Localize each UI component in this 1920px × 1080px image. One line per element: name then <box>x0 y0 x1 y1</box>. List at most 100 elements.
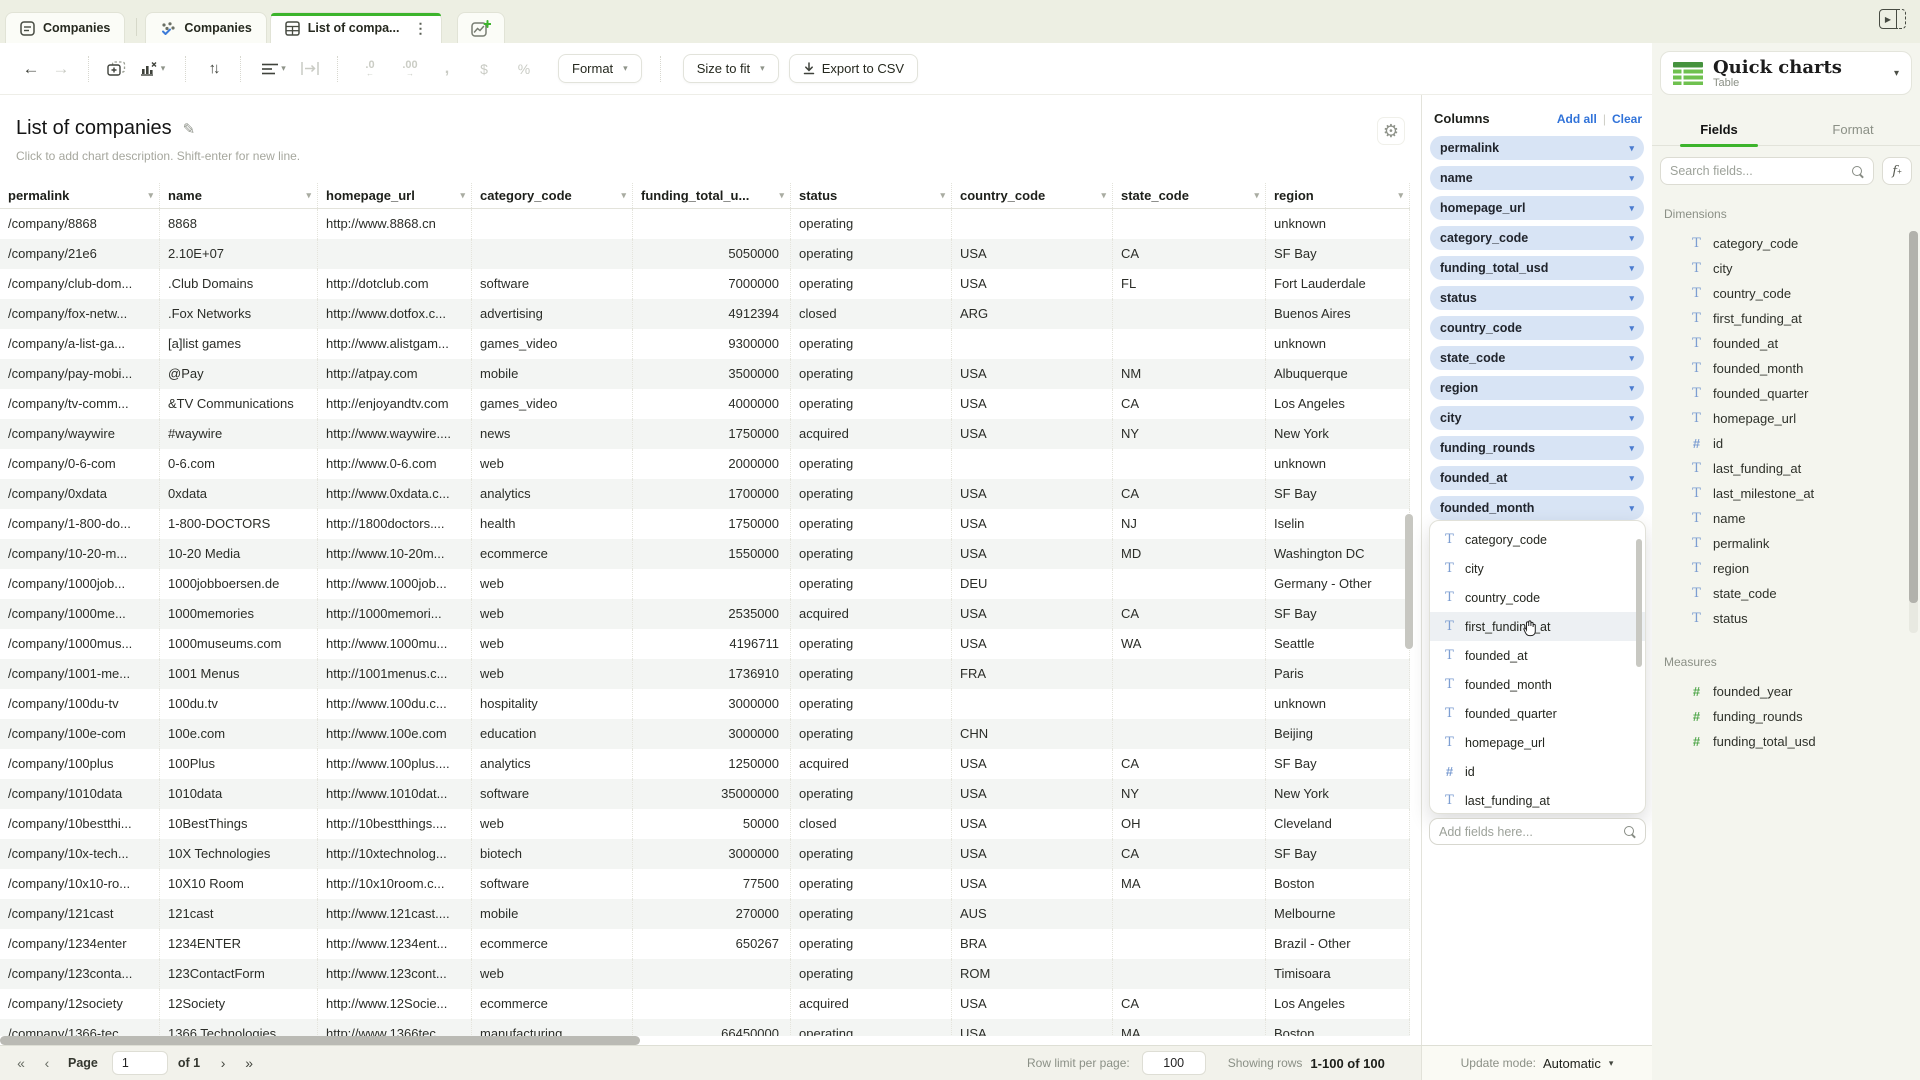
size-to-fit-button[interactable]: Size to fit ▾ <box>682 54 779 83</box>
page-number-input[interactable]: 1 <box>111 1051 168 1075</box>
dimension-founded_quarter[interactable]: Tfounded_quarter <box>1652 381 1920 406</box>
measure-founded_year[interactable]: # founded_year <box>1652 679 1920 704</box>
dimension-category_code[interactable]: Tcategory_code <box>1652 231 1920 256</box>
filter-caret-icon[interactable]: ▾ <box>1101 190 1106 201</box>
dropdown-scrollbar[interactable] <box>1636 539 1642 667</box>
column-header-status[interactable]: status ▾ <box>791 183 952 208</box>
dimension-id[interactable]: # id <box>1652 431 1920 456</box>
dimension-founded_month[interactable]: Tfounded_month <box>1652 356 1920 381</box>
fields-scrollbar-thumb[interactable] <box>1909 231 1918 603</box>
filter-caret-icon[interactable]: ▾ <box>779 190 784 201</box>
column-pill-funding_rounds[interactable]: funding_rounds ▾ <box>1430 436 1644 460</box>
field-option-homepage_url[interactable]: Thomepage_url <box>1430 728 1645 757</box>
filter-caret-icon[interactable]: ▾ <box>621 190 626 201</box>
currency-format-button[interactable]: $ <box>464 54 504 84</box>
tab-companies-dataset[interactable]: Companies <box>5 12 126 43</box>
row-limit-input[interactable]: 100 <box>1141 1051 1206 1075</box>
column-pill-name[interactable]: name ▾ <box>1430 166 1644 190</box>
chevron-down-icon[interactable]: ▾ <box>1629 233 1634 244</box>
decrease-decimal-button[interactable]: .0 ← <box>350 59 390 78</box>
tab-format[interactable]: Format <box>1786 113 1920 145</box>
field-option-city[interactable]: Tcity <box>1430 554 1645 583</box>
dimension-founded_at[interactable]: Tfounded_at <box>1652 331 1920 356</box>
field-option-founded_at[interactable]: Tfounded_at <box>1430 641 1645 670</box>
column-header-category_code[interactable]: category_code ▾ <box>472 183 633 208</box>
measure-funding_total_usd[interactable]: # funding_total_usd <box>1652 729 1920 754</box>
measure-funding_rounds[interactable]: # funding_rounds <box>1652 704 1920 729</box>
field-option-founded_month[interactable]: Tfounded_month <box>1430 670 1645 699</box>
next-page-button[interactable]: › <box>210 1055 236 1071</box>
field-option-category_code[interactable]: Tcategory_code <box>1430 525 1645 554</box>
column-pill-founded_at[interactable]: founded_at ▾ <box>1430 466 1644 490</box>
field-option-last_funding_at[interactable]: Tlast_funding_at <box>1430 786 1645 813</box>
chevron-down-icon[interactable]: ▾ <box>1629 503 1634 514</box>
dimension-homepage_url[interactable]: Thomepage_url <box>1652 406 1920 431</box>
filter-caret-icon[interactable]: ▾ <box>1254 190 1259 201</box>
chevron-down-icon[interactable]: ▾ <box>1629 203 1634 214</box>
dimension-region[interactable]: Tregion <box>1652 556 1920 581</box>
chevron-down-icon[interactable]: ▾ <box>1629 143 1634 154</box>
chevron-down-icon[interactable]: ▾ <box>1629 323 1634 334</box>
column-pill-homepage_url[interactable]: homepage_url ▾ <box>1430 196 1644 220</box>
column-header-state_code[interactable]: state_code ▾ <box>1113 183 1266 208</box>
prev-page-button[interactable]: ‹ <box>34 1055 60 1071</box>
chart-description-placeholder[interactable]: Click to add chart description. Shift-en… <box>0 140 1421 163</box>
column-pill-state_code[interactable]: state_code ▾ <box>1430 346 1644 370</box>
column-pill-city[interactable]: city ▾ <box>1430 406 1644 430</box>
column-header-region[interactable]: region ▾ <box>1266 183 1410 208</box>
horizontal-scrollbar[interactable] <box>0 1036 640 1045</box>
filter-caret-icon[interactable]: ▾ <box>148 190 153 201</box>
column-header-name[interactable]: name ▾ <box>160 183 318 208</box>
chevron-down-icon[interactable]: ▾ <box>1629 173 1634 184</box>
field-option-first_funding_at[interactable]: Tfirst_funding_at <box>1430 612 1645 641</box>
vertical-scrollbar[interactable] <box>1405 514 1413 649</box>
dimension-country_code[interactable]: Tcountry_code <box>1652 281 1920 306</box>
column-pill-region[interactable]: region ▾ <box>1430 376 1644 400</box>
text-wrap-button[interactable] <box>295 54 325 84</box>
sort-button[interactable]: ↑↓ <box>198 54 228 84</box>
chevron-down-icon[interactable]: ▾ <box>1629 353 1634 364</box>
field-option-country_code[interactable]: Tcountry_code <box>1430 583 1645 612</box>
dimension-last_funding_at[interactable]: Tlast_funding_at <box>1652 456 1920 481</box>
undo-back-button[interactable]: ← <box>16 54 46 84</box>
tab-fields[interactable]: Fields <box>1652 113 1786 147</box>
filter-caret-icon[interactable]: ▾ <box>460 190 465 201</box>
column-pill-founded_month[interactable]: founded_month ▾ <box>1430 496 1644 520</box>
tab-menu-kebab-icon[interactable]: ⋮ <box>413 20 427 37</box>
dimension-city[interactable]: Tcity <box>1652 256 1920 281</box>
export-csv-button[interactable]: Export to CSV <box>788 54 919 83</box>
dimension-first_funding_at[interactable]: Tfirst_funding_at <box>1652 306 1920 331</box>
column-pill-status[interactable]: status ▾ <box>1430 286 1644 310</box>
column-pill-funding_total_usd[interactable]: funding_total_usd ▾ <box>1430 256 1644 280</box>
percent-format-button[interactable]: % <box>504 54 544 84</box>
format-button[interactable]: Format ▾ <box>558 54 642 83</box>
filter-caret-icon[interactable]: ▾ <box>306 190 311 201</box>
edit-title-pencil-icon[interactable]: ✎ <box>183 120 196 138</box>
dimension-status[interactable]: Tstatus <box>1652 606 1920 631</box>
column-pill-permalink[interactable]: permalink ▾ <box>1430 136 1644 160</box>
new-tab-button[interactable] <box>457 12 506 43</box>
dimension-name[interactable]: Tname <box>1652 506 1920 531</box>
tab-companies-wizard[interactable]: Companies <box>145 12 267 43</box>
delete-chart-button[interactable]: ▾ <box>131 54 173 84</box>
field-option-id[interactable]: # id <box>1430 757 1645 786</box>
increase-decimal-button[interactable]: .00 → <box>390 59 430 78</box>
column-pill-country_code[interactable]: country_code ▾ <box>1430 316 1644 340</box>
dimension-permalink[interactable]: Tpermalink <box>1652 531 1920 556</box>
align-button[interactable]: ▾ <box>253 54 295 84</box>
chevron-down-icon[interactable]: ▾ <box>1629 293 1634 304</box>
field-option-founded_quarter[interactable]: Tfounded_quarter <box>1430 699 1645 728</box>
add-all-link[interactable]: Add all <box>1557 112 1597 126</box>
filter-caret-icon[interactable]: ▾ <box>940 190 945 201</box>
column-header-permalink[interactable]: permalink ▾ <box>0 183 160 208</box>
chart-type-selector[interactable]: Quick charts Table ▾ <box>1660 51 1912 95</box>
last-page-button[interactable]: » <box>236 1055 262 1071</box>
dimension-state_code[interactable]: Tstate_code <box>1652 581 1920 606</box>
tab-list-of-companies[interactable]: List of compa... ⋮ <box>269 12 443 43</box>
chart-settings-gear-icon[interactable]: ⚙ <box>1377 117 1405 145</box>
dimension-last_milestone_at[interactable]: Tlast_milestone_at <box>1652 481 1920 506</box>
column-pill-category_code[interactable]: category_code ▾ <box>1430 226 1644 250</box>
duplicate-chart-button[interactable] <box>101 54 131 84</box>
filter-caret-icon[interactable]: ▾ <box>1398 190 1403 201</box>
chevron-down-icon[interactable]: ▾ <box>1629 443 1634 454</box>
